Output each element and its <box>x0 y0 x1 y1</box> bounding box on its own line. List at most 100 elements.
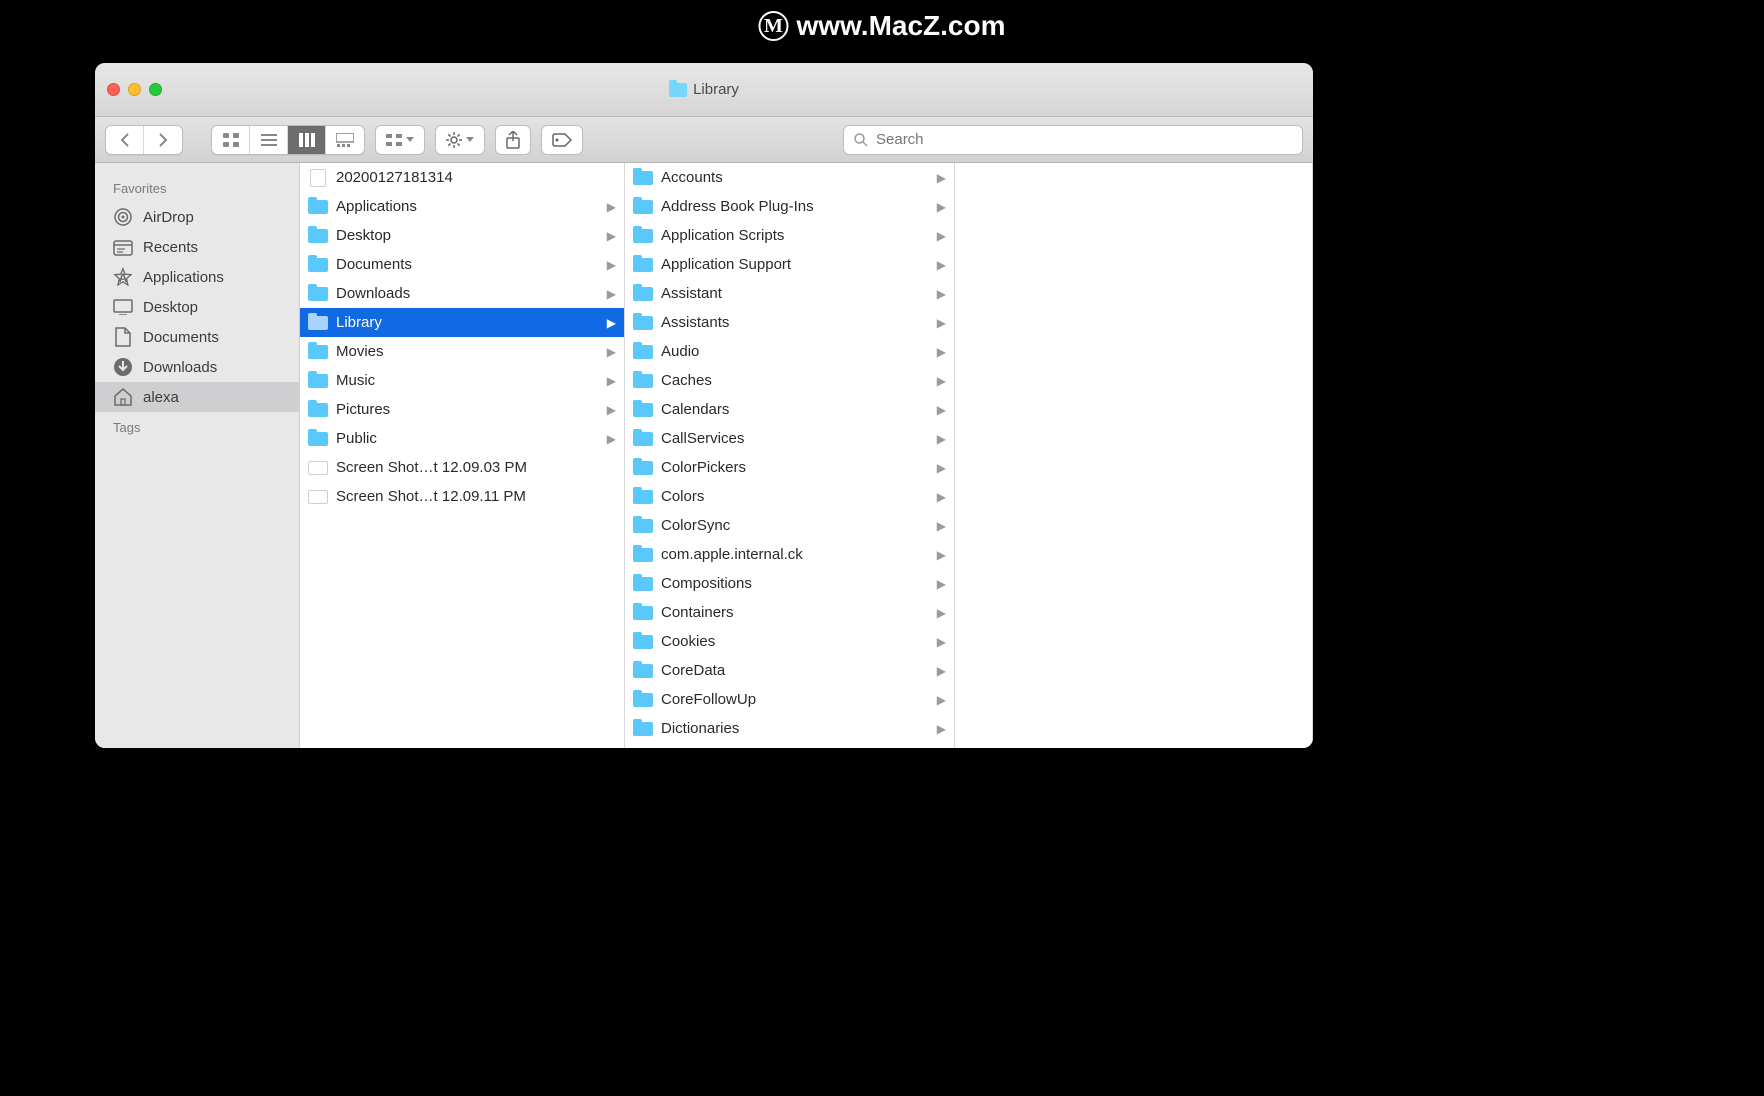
file-row[interactable]: Address Book Plug-Ins▶ <box>625 192 954 221</box>
file-row[interactable]: Caches▶ <box>625 366 954 395</box>
window-title-text: Library <box>693 81 739 98</box>
file-row[interactable]: Public▶ <box>300 424 624 453</box>
sidebar-item-alexa[interactable]: alexa <box>95 382 299 412</box>
sidebar-item-documents[interactable]: Documents <box>95 322 299 352</box>
file-row[interactable]: Application Support▶ <box>625 250 954 279</box>
svg-text:A: A <box>119 271 128 285</box>
file-row[interactable]: Colors▶ <box>625 482 954 511</box>
column-2[interactable]: Accounts▶Address Book Plug-Ins▶Applicati… <box>625 163 955 748</box>
chevron-right-icon: ▶ <box>937 519 946 533</box>
file-row-label: com.apple.internal.ck <box>661 546 929 563</box>
column-1[interactable]: 20200127181314Applications▶Desktop▶Docum… <box>300 163 625 748</box>
file-row-label: Application Scripts <box>661 227 929 244</box>
file-row-label: 20200127181314 <box>336 169 616 186</box>
file-row[interactable]: Movies▶ <box>300 337 624 366</box>
group-by-button[interactable] <box>375 125 425 155</box>
chevron-right-icon: ▶ <box>937 374 946 388</box>
toolbar <box>95 117 1313 163</box>
folder-icon <box>633 722 653 736</box>
file-row[interactable]: CoreData▶ <box>625 656 954 685</box>
file-row-label: Music <box>336 372 599 389</box>
gallery-view-button[interactable] <box>326 126 364 154</box>
file-row[interactable]: 20200127181314 <box>300 163 624 192</box>
file-row[interactable]: Screen Shot…t 12.09.03 PM <box>300 453 624 482</box>
file-row[interactable]: Favorites▶ <box>625 743 954 748</box>
file-row[interactable]: Accounts▶ <box>625 163 954 192</box>
file-row[interactable]: Assistants▶ <box>625 308 954 337</box>
file-row[interactable]: Pictures▶ <box>300 395 624 424</box>
tag-icon <box>552 133 572 147</box>
folder-icon <box>633 345 653 359</box>
chevron-right-icon: ▶ <box>937 287 946 301</box>
file-row[interactable]: Music▶ <box>300 366 624 395</box>
action-button[interactable] <box>435 125 485 155</box>
file-row-label: Applications <box>336 198 599 215</box>
close-button[interactable] <box>107 83 120 96</box>
file-row[interactable]: Documents▶ <box>300 250 624 279</box>
downloads-icon <box>113 357 133 377</box>
file-row[interactable]: Dictionaries▶ <box>625 714 954 743</box>
watermark: M www.MacZ.com <box>758 10 1005 42</box>
search-field[interactable] <box>843 125 1303 155</box>
finder-window: Library <box>95 63 1313 748</box>
folder-icon <box>633 519 653 533</box>
file-row[interactable]: com.apple.internal.ck▶ <box>625 540 954 569</box>
list-view-button[interactable] <box>250 126 288 154</box>
file-row-label: CallServices <box>661 430 929 447</box>
chevron-right-icon: ▶ <box>937 722 946 736</box>
minimize-button[interactable] <box>128 83 141 96</box>
sidebar-item-applications[interactable]: AApplications <box>95 262 299 292</box>
sidebar-item-downloads[interactable]: Downloads <box>95 352 299 382</box>
forward-button[interactable] <box>144 126 182 154</box>
folder-icon <box>308 403 328 417</box>
file-row-label: Screen Shot…t 12.09.03 PM <box>336 459 616 476</box>
icon-view-button[interactable] <box>212 126 250 154</box>
file-row[interactable]: Containers▶ <box>625 598 954 627</box>
folder-icon <box>308 229 328 243</box>
file-row-label: Assistants <box>661 314 929 331</box>
file-row[interactable]: Compositions▶ <box>625 569 954 598</box>
tags-button[interactable] <box>541 125 583 155</box>
file-row[interactable]: Library▶ <box>300 308 624 337</box>
folder-icon <box>633 432 653 446</box>
file-row[interactable]: CallServices▶ <box>625 424 954 453</box>
file-row[interactable]: Assistant▶ <box>625 279 954 308</box>
file-row-label: Calendars <box>661 401 929 418</box>
view-mode-buttons <box>211 125 365 155</box>
file-row-label: Accounts <box>661 169 929 186</box>
sidebar-item-label: Desktop <box>143 299 198 316</box>
file-row-label: ColorSync <box>661 517 929 534</box>
search-icon <box>854 133 868 147</box>
chevron-right-icon: ▶ <box>607 432 616 446</box>
search-input[interactable] <box>876 131 1292 148</box>
column-3[interactable] <box>955 163 1313 748</box>
column-view-button[interactable] <box>288 126 326 154</box>
file-row[interactable]: Cookies▶ <box>625 627 954 656</box>
file-row[interactable]: Calendars▶ <box>625 395 954 424</box>
file-row[interactable]: Audio▶ <box>625 337 954 366</box>
sidebar-item-airdrop[interactable]: AirDrop <box>95 202 299 232</box>
file-row-label: Compositions <box>661 575 929 592</box>
icon-view-icon <box>223 133 239 147</box>
sidebar-item-recents[interactable]: Recents <box>95 232 299 262</box>
fullscreen-button[interactable] <box>149 83 162 96</box>
file-row[interactable]: ColorSync ▶ <box>625 511 954 540</box>
home-icon <box>113 387 133 407</box>
file-row[interactable]: ColorPickers▶ <box>625 453 954 482</box>
file-row[interactable]: CoreFollowUp▶ <box>625 685 954 714</box>
chevron-right-icon: ▶ <box>607 316 616 330</box>
file-row[interactable]: Application Scripts▶ <box>625 221 954 250</box>
share-button[interactable] <box>495 125 531 155</box>
desktop-icon <box>113 297 133 317</box>
sidebar-item-desktop[interactable]: Desktop <box>95 292 299 322</box>
back-button[interactable] <box>106 126 144 154</box>
chevron-right-icon: ▶ <box>607 229 616 243</box>
file-row[interactable]: Downloads▶ <box>300 279 624 308</box>
file-row[interactable]: Applications▶ <box>300 192 624 221</box>
folder-icon <box>308 287 328 301</box>
file-row[interactable]: Screen Shot…t 12.09.11 PM <box>300 482 624 511</box>
file-row-label: Downloads <box>336 285 599 302</box>
file-row-label: Pictures <box>336 401 599 418</box>
folder-icon <box>633 316 653 330</box>
file-row[interactable]: Desktop▶ <box>300 221 624 250</box>
